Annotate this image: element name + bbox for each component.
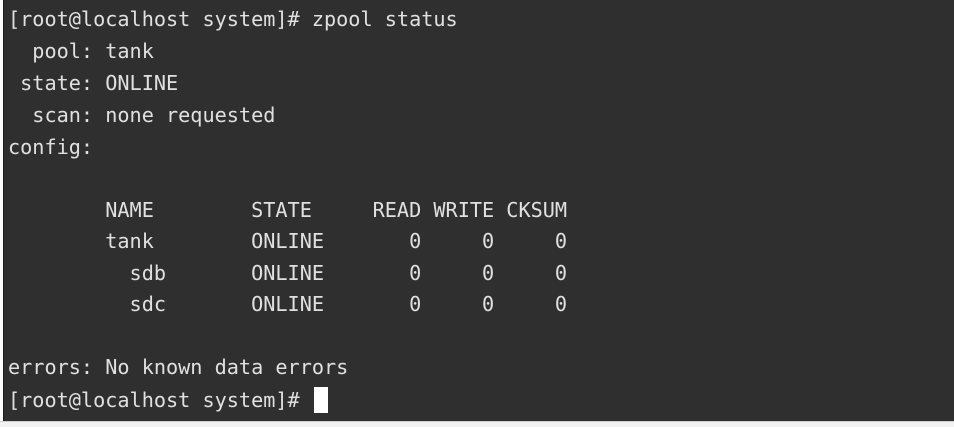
window-bottom-edge bbox=[0, 421, 954, 427]
table-row-sdc: sdc ONLINE 0 0 0 bbox=[8, 292, 568, 316]
terminal-window[interactable]: [root@localhost system]# zpool status po… bbox=[3, 0, 954, 421]
table-row-tank: tank ONLINE 0 0 0 bbox=[8, 229, 568, 253]
text-cursor bbox=[313, 387, 328, 413]
config-line: config: bbox=[8, 135, 94, 159]
prompt-text: [root@localhost system]# bbox=[8, 388, 312, 412]
prompt-line[interactable]: [root@localhost system]# bbox=[8, 387, 328, 413]
scan-line: scan: none requested bbox=[8, 103, 276, 127]
table-header: NAME STATE READ WRITE CKSUM bbox=[8, 198, 568, 222]
table-row-sdb: sdb ONLINE 0 0 0 bbox=[8, 261, 568, 285]
errors-line: errors: No known data errors bbox=[8, 355, 349, 379]
command-line: [root@localhost system]# zpool status bbox=[8, 7, 458, 31]
pool-line: pool: tank bbox=[8, 39, 154, 63]
state-line: state: ONLINE bbox=[8, 71, 179, 95]
